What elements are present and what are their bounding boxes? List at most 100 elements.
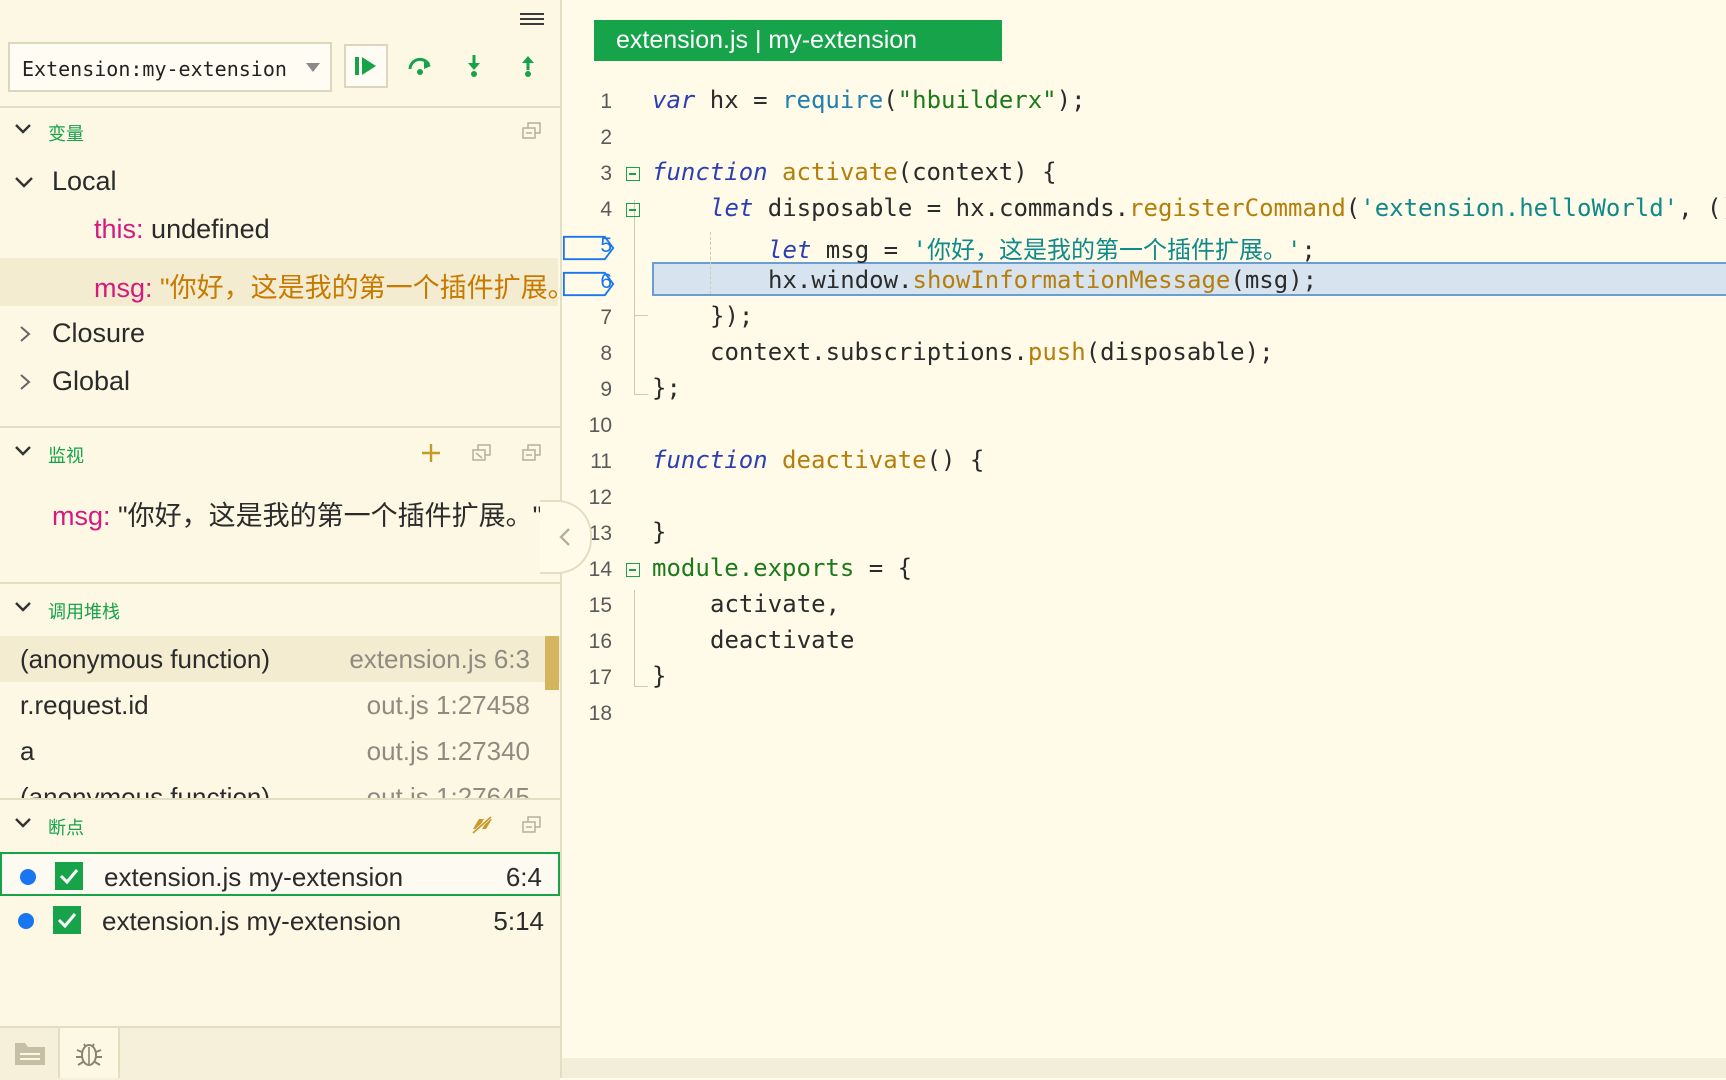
code-token: , () [1678, 194, 1726, 222]
callstack-frame[interactable]: (anonymous function) extension.js 6:3 [0, 636, 560, 682]
callstack-title: 调用堆栈 [48, 602, 120, 622]
frame-function: r.request.id [20, 690, 149, 720]
breakpoint-name: extension.js my-extension [104, 862, 404, 892]
step-over-button[interactable] [398, 44, 442, 88]
code-token: (msg); [1230, 266, 1318, 294]
code-line: 11 function deactivate() { [562, 444, 1726, 480]
breakpoint-dot-icon [20, 869, 36, 885]
frame-location: out.js 1:27340 [366, 736, 530, 766]
code-token: module.exports [652, 554, 855, 582]
code-line: 17} [562, 660, 1726, 696]
continue-button[interactable] [344, 44, 388, 88]
explorer-tab[interactable] [2, 1028, 58, 1078]
step-out-button[interactable] [506, 44, 550, 88]
line-number: 18 [588, 702, 612, 725]
chevron-down-icon [306, 63, 320, 72]
chevron-left-icon [559, 528, 570, 546]
code-editor[interactable]: extension.js | my-extension 1 var hx = re… [562, 0, 1726, 1078]
code-token: }; [652, 374, 681, 402]
checkmark-icon [57, 913, 77, 929]
variable-this[interactable]: this: undefined [0, 206, 558, 254]
code-token: = { [854, 554, 913, 582]
breakpoint-line: 6:4 [505, 862, 542, 892]
code-line: 8 context.subscriptions.push(disposable); [562, 336, 1726, 372]
breakpoint-item[interactable]: extension.js my-extension 6:4 [0, 852, 560, 896]
code-line: 7}); [562, 300, 1726, 336]
breakpoints-section-header[interactable]: 断点 [0, 802, 560, 848]
code-line: 1 var hx = require("hbuilderx"); [562, 84, 1726, 120]
watch-item-msg[interactable]: msg: "你好，这是我的第一个插件扩展。" [0, 486, 558, 534]
chevron-down-icon [15, 446, 31, 456]
code-token: (disposable); [1085, 338, 1274, 366]
code-line: 4 let disposable = hx.commands.registerCo… [562, 192, 1726, 228]
watch-section-header[interactable]: 监视 [0, 430, 560, 476]
code-token: ; [1301, 236, 1316, 264]
code-token: let [710, 194, 754, 222]
variable-value: "你好，这是我的第一个插件扩展。 [160, 273, 575, 303]
line-number: 3 [600, 162, 612, 185]
code-token: "hbuilderx" [897, 86, 1057, 114]
code-token: activate, [710, 590, 841, 618]
deactivate-breakpoints-icon[interactable] [470, 814, 494, 836]
breakpoint-checkbox[interactable] [55, 862, 83, 890]
watch-value: "你好，这是我的第一个插件扩展。" [118, 501, 543, 531]
line-number: 16 [588, 630, 612, 653]
callstack-list: (anonymous function) extension.js 6:3 r.… [0, 636, 560, 798]
code-line: 10 [562, 408, 1726, 444]
callstack-frame[interactable]: (anonymous function) out.js 1:27645 [0, 774, 560, 798]
code-line: 5 let msg = '你好，这是我的第一个插件扩展。'; [562, 228, 1726, 264]
breakpoint-checkbox[interactable] [53, 906, 81, 934]
breakpoint-dot-icon [18, 913, 34, 929]
line-number: 6 [600, 270, 612, 293]
callstack-frame[interactable]: a out.js 1:27340 [0, 728, 560, 774]
variable-msg[interactable]: msg: "你好，这是我的第一个插件扩展。 [0, 258, 575, 306]
code-token: require [782, 86, 884, 114]
tree-node-closure[interactable]: Closure [0, 310, 558, 358]
breakpoint-name: extension.js my-extension [102, 906, 402, 936]
debug-target-select[interactable]: Extension:my-extension [8, 42, 332, 92]
code-token: var [652, 86, 696, 114]
code-token: 'extension.helloWorld' [1360, 194, 1679, 222]
step-into-button[interactable] [452, 44, 496, 88]
debug-tab[interactable] [58, 1028, 120, 1078]
editor-file-tab[interactable]: extension.js | my-extension [594, 20, 1002, 61]
code-token: function [652, 446, 768, 474]
code-token: push [1027, 338, 1086, 366]
menu-icon[interactable] [520, 10, 544, 30]
collapse-all-icon[interactable] [522, 444, 542, 462]
code-line: 2 [562, 120, 1726, 156]
frame-location: out.js 1:27645 [366, 782, 530, 798]
chevron-down-icon [15, 818, 31, 828]
code-token: context.subscriptions. [710, 338, 1028, 366]
callstack-section-header[interactable]: 调用堆栈 [0, 586, 560, 632]
chevron-down-icon [15, 177, 33, 188]
frame-location: out.js 1:27458 [366, 690, 530, 720]
variables-section-header[interactable]: 变量 [0, 108, 560, 154]
callstack-frame[interactable]: r.request.id out.js 1:27458 [0, 682, 560, 728]
code-token: } [652, 662, 667, 690]
local-label: Local [52, 166, 117, 196]
collapse-all-icon[interactable] [522, 816, 542, 834]
tree-node-local[interactable]: Local [0, 158, 558, 206]
collapse-icon[interactable] [472, 444, 492, 462]
code-token: ); [1056, 86, 1086, 114]
chevron-right-icon [20, 326, 31, 342]
step-over-icon [408, 57, 431, 75]
chevron-down-icon [15, 602, 31, 612]
code-token: ( [883, 86, 898, 114]
collapse-all-icon[interactable] [522, 122, 542, 140]
line-number: 5 [600, 234, 612, 257]
code-line: 6 hx.window.showInformationMessage(msg); [562, 264, 1726, 300]
closure-label: Closure [52, 318, 146, 348]
breakpoint-line: 5:14 [493, 906, 544, 936]
divider [0, 582, 560, 584]
add-icon[interactable] [420, 442, 442, 464]
variable-key: msg: [94, 273, 153, 303]
breakpoint-item[interactable]: extension.js my-extension 5:14 [0, 898, 560, 942]
code-token: () { [926, 446, 985, 474]
chevron-down-icon [15, 124, 31, 134]
code-token: '你好，这是我的第一个插件扩展。' [912, 236, 1302, 264]
tree-node-global[interactable]: Global [0, 358, 558, 406]
debug-panel: Extension:my-extension 变量 Local this: un… [0, 0, 575, 1080]
line-number: 4 [600, 198, 612, 221]
